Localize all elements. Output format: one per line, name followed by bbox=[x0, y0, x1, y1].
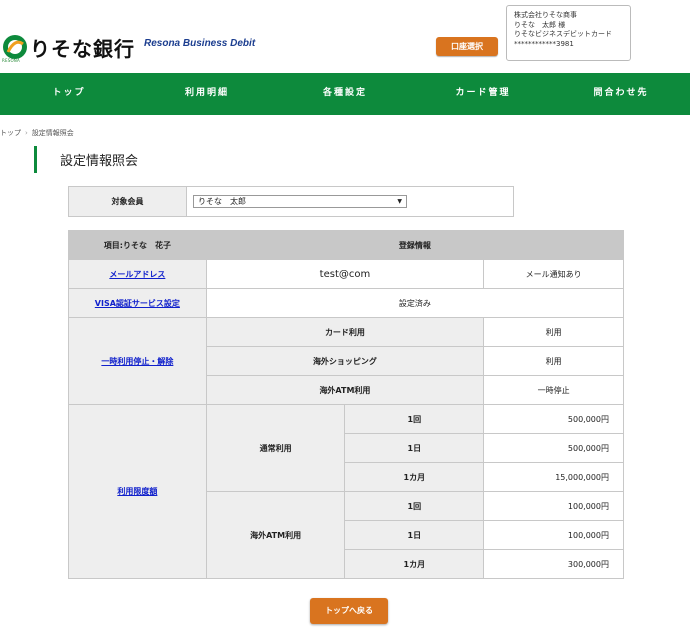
brand-name: Resona Business Debit bbox=[144, 38, 256, 49]
user-card-number: ************3981 bbox=[514, 39, 574, 48]
email-notice: メール通知あり bbox=[483, 259, 624, 289]
visa-link[interactable]: VISA認証サービス設定 bbox=[68, 288, 207, 318]
page-title: 設定情報照会 bbox=[60, 154, 139, 169]
email-value: test@com bbox=[205, 259, 485, 289]
limit-group-label: 海外ATM利用 bbox=[205, 491, 346, 579]
logo-subtext: RESONA bbox=[2, 58, 20, 63]
member-select-value: りそな 太郎 bbox=[198, 197, 246, 206]
breadcrumb-chevron-icon: › bbox=[25, 129, 28, 137]
user-company: 株式会社りそな商事 bbox=[514, 11, 577, 19]
limit-period: 1カ月 bbox=[344, 549, 485, 579]
limit-link[interactable]: 利用限度額 bbox=[68, 404, 207, 579]
limit-amount: 500,000円 bbox=[483, 433, 624, 463]
table-header-row: 項目:りそな 花子 登録情報 bbox=[68, 230, 625, 260]
limit-amount: 100,000円 bbox=[483, 520, 624, 550]
member-select[interactable]: りそな 太郎 ▼ bbox=[193, 195, 407, 208]
table-row: VISA認証サービス設定 設定済み bbox=[68, 288, 625, 318]
user-info-box: 株式会社りそな商事 りそな 太郎 様 りそなビジネスデビットカード ******… bbox=[506, 5, 631, 61]
suspend-row-value: 利用 bbox=[483, 346, 624, 376]
title-accent-bar bbox=[34, 146, 37, 173]
table-row: メールアドレス test@com メール通知あり bbox=[68, 259, 624, 289]
user-card-name: りそなビジネスデビットカード bbox=[514, 30, 612, 38]
breadcrumb-top[interactable]: トップ bbox=[0, 129, 21, 137]
member-table: 対象会員 りそな 太郎 ▼ bbox=[68, 186, 514, 217]
breadcrumb-current: 設定情報照会 bbox=[31, 129, 74, 137]
nav-statements[interactable]: 利用明細 bbox=[138, 73, 276, 115]
header-info: 登録情報 bbox=[205, 230, 625, 260]
limit-period: 1日 bbox=[344, 433, 485, 463]
table-row: 一時利用停止・解除 カード利用 利用 bbox=[68, 317, 624, 405]
suspend-row-value: 一時停止 bbox=[483, 375, 624, 405]
limit-period: 1日 bbox=[344, 520, 485, 550]
limit-amount: 100,000円 bbox=[483, 491, 624, 521]
nav-top[interactable]: トップ bbox=[0, 73, 138, 115]
suspend-row-value: 利用 bbox=[483, 317, 624, 347]
email-link[interactable]: メールアドレス bbox=[68, 259, 207, 289]
visa-value: 設定済み bbox=[205, 288, 625, 318]
limit-amount: 300,000円 bbox=[483, 549, 624, 579]
main-nav: トップ 利用明細 各種設定 カード管理 問合わせ先 bbox=[0, 73, 690, 115]
table-row: 利用限度額 通常利用 1回 500,000円 bbox=[68, 404, 624, 579]
breadcrumb: トップ › 設定情報照会 bbox=[0, 128, 74, 138]
nav-card-management[interactable]: カード管理 bbox=[414, 73, 552, 115]
suspend-link[interactable]: 一時利用停止・解除 bbox=[68, 317, 207, 405]
suspend-row-label: 海外ATM利用 bbox=[205, 375, 485, 405]
nav-settings[interactable]: 各種設定 bbox=[276, 73, 414, 115]
header-item: 項目:りそな 花子 bbox=[68, 230, 207, 260]
suspend-row-label: カード利用 bbox=[205, 317, 485, 347]
bank-name: りそな銀行 bbox=[30, 37, 135, 61]
limit-amount: 15,000,000円 bbox=[483, 462, 624, 492]
nav-contact[interactable]: 問合わせ先 bbox=[552, 73, 690, 115]
limit-period: 1カ月 bbox=[344, 462, 485, 492]
dropdown-arrow-icon: ▼ bbox=[397, 198, 402, 205]
account-select-button[interactable]: 口座選択 bbox=[436, 37, 498, 56]
limit-period: 1回 bbox=[344, 491, 485, 521]
suspend-row-label: 海外ショッピング bbox=[205, 346, 485, 376]
settings-info-table: 項目:りそな 花子 登録情報 メールアドレス test@com メール通知あり … bbox=[68, 230, 625, 579]
limit-group-label: 通常利用 bbox=[205, 404, 346, 492]
limit-period: 1回 bbox=[344, 404, 485, 434]
resona-logo-icon bbox=[3, 35, 27, 59]
member-label: 対象会員 bbox=[68, 186, 187, 217]
back-to-top-button[interactable]: トップへ戻る bbox=[310, 598, 388, 624]
user-name: りそな 太郎 様 bbox=[514, 20, 566, 29]
limit-amount: 500,000円 bbox=[483, 404, 624, 434]
